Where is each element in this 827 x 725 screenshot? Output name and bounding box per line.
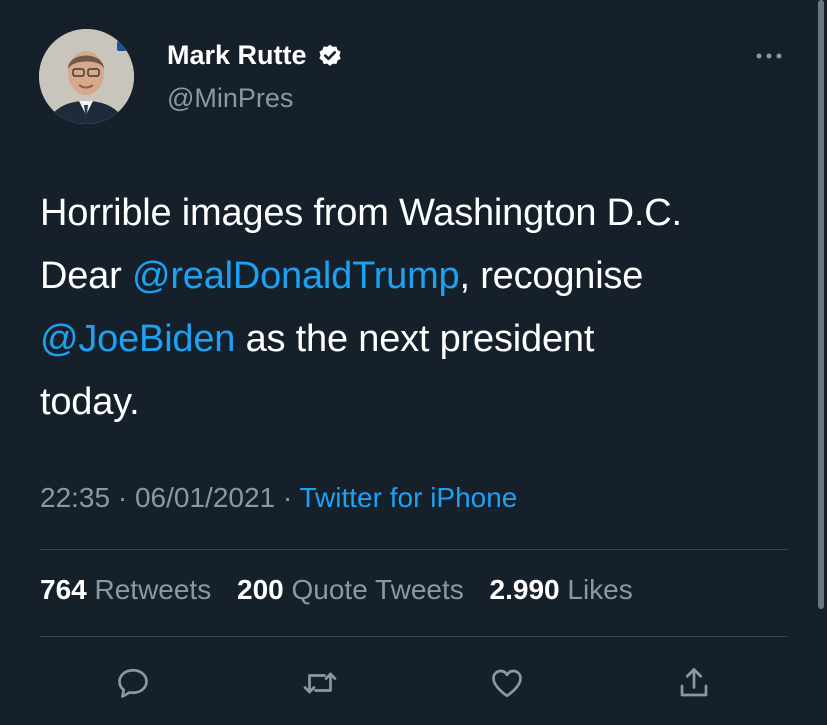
- author-name[interactable]: Mark Rutte: [167, 40, 307, 71]
- avatar-image: [39, 29, 134, 124]
- author-handle[interactable]: @MinPres: [167, 83, 293, 114]
- tweet-rest: as the next president: [235, 318, 595, 360]
- likes-count: 2.990: [489, 574, 560, 605]
- meta-separator: ·: [275, 482, 300, 513]
- like-icon: [492, 669, 522, 698]
- quote-tweets-count: 200: [237, 574, 284, 605]
- share-icon: [680, 668, 708, 697]
- tweet-meta: 22:35 · 06/01/2021 · Twitter for iPhone: [40, 482, 517, 514]
- meta-separator: ·: [110, 482, 135, 513]
- tweet-last: today.: [40, 381, 140, 423]
- tweet-source-link[interactable]: Twitter for iPhone: [300, 482, 518, 513]
- scrollbar[interactable]: [818, 0, 824, 609]
- tweet-recognise: , recognise: [459, 255, 644, 297]
- retweet-button[interactable]: [297, 660, 343, 706]
- tweet-stats: 764 Retweets 200 Quote Tweets 2.990 Like…: [40, 574, 651, 606]
- divider: [40, 549, 788, 550]
- mention-trump-link[interactable]: @realDonaldTrump: [132, 255, 460, 297]
- divider: [40, 636, 788, 637]
- retweets-label: Retweets: [86, 574, 212, 605]
- reply-button[interactable]: [110, 660, 156, 706]
- tweet-time[interactable]: 22:35: [40, 482, 110, 513]
- more-icon[interactable]: [753, 44, 785, 68]
- likes-label: Likes: [559, 574, 633, 605]
- mention-biden-link[interactable]: @JoeBiden: [40, 318, 235, 360]
- share-button[interactable]: [671, 660, 717, 706]
- avatar[interactable]: [39, 29, 134, 124]
- tweet-line-1: Horrible images from Washington D.C.: [40, 192, 682, 234]
- quote-tweets-label: Quote Tweets: [283, 574, 464, 605]
- tweet-text: Horrible images from Washington D.C. Dea…: [40, 182, 800, 434]
- tweet-dear: Dear: [40, 255, 132, 297]
- quote-tweets-stat[interactable]: 200 Quote Tweets: [237, 574, 464, 605]
- retweet-icon: [303, 672, 337, 694]
- retweets-count: 764: [40, 574, 87, 605]
- tweet-card: Mark Rutte @MinPres Horrible images from…: [0, 0, 827, 725]
- retweets-stat[interactable]: 764 Retweets: [40, 574, 211, 605]
- verified-icon: [318, 44, 341, 66]
- tweet-date[interactable]: 06/01/2021: [135, 482, 275, 513]
- likes-stat[interactable]: 2.990 Likes: [490, 574, 633, 605]
- author-name-row[interactable]: Mark Rutte: [167, 40, 343, 71]
- like-button[interactable]: [484, 660, 530, 706]
- action-bar: [0, 660, 827, 710]
- reply-icon: [118, 668, 148, 698]
